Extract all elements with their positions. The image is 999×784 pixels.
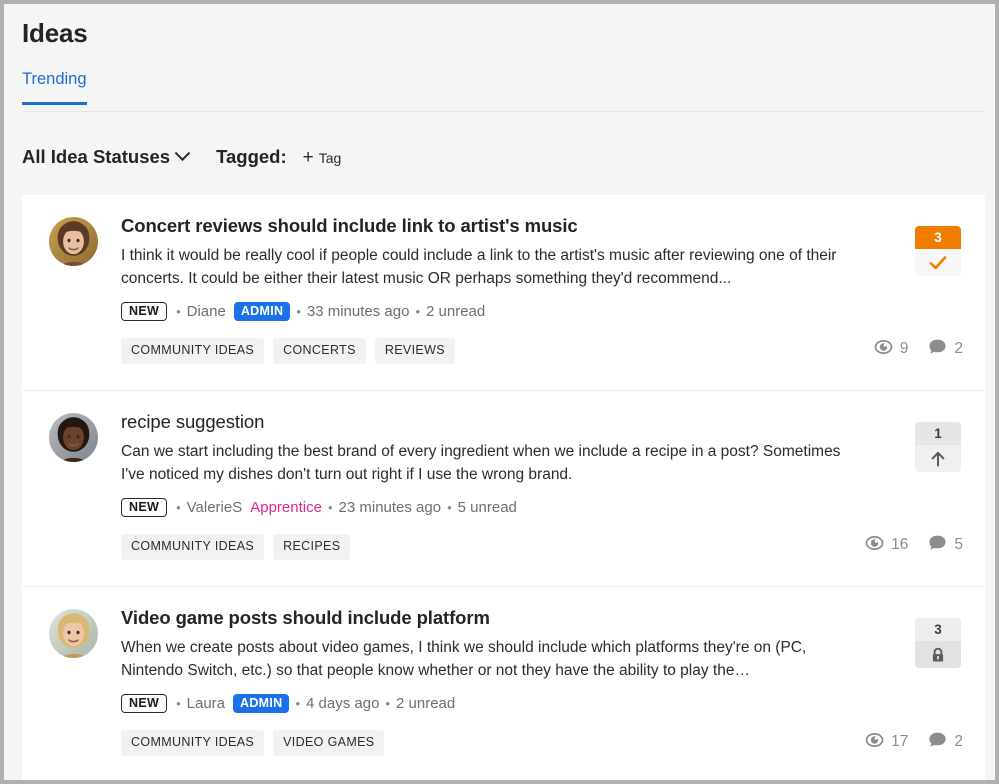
ideas-page: Ideas Trending All Idea Statuses Tagged:… [8,8,995,780]
idea-rail: 1 16 5 [865,410,965,570]
tag-pill[interactable]: COMMUNITY IDEAS [121,534,265,560]
views-count: 16 [891,536,909,553]
views-count: 9 [899,340,909,357]
status-badge: NEW [121,693,168,714]
idea-card[interactable]: recipe suggestion Can we start including … [22,391,985,587]
comments-count: 5 [954,536,963,553]
views-stat[interactable]: 17 [865,732,908,753]
plus-icon: + [302,147,314,168]
idea-stats: 17 2 [865,731,963,753]
tag-pill[interactable]: RECIPES [273,534,351,560]
views-stat[interactable]: 16 [865,535,908,556]
author-name[interactable]: Diane [187,303,226,320]
tab-trending[interactable]: Trending [22,70,87,105]
kudos-count: 1 [915,422,961,445]
eye-icon [865,732,884,753]
comments-count: 2 [954,340,963,357]
comment-icon [928,731,947,753]
kudos-badge[interactable]: 1 [915,422,961,472]
author-name[interactable]: ValerieS [187,499,243,516]
author-rank-badge: Apprentice [250,498,322,516]
tag-list: COMMUNITY IDEAS VIDEO GAMES [121,730,859,756]
idea-meta: NEW • Laura ADMIN • 4 days ago • 2 unread [121,693,859,714]
tagged-label: Tagged: [216,146,287,167]
comments-stat[interactable]: 5 [928,534,963,556]
status-badge: NEW [121,497,168,518]
kudos-count: 3 [915,618,961,641]
browser-frame: Ideas Trending All Idea Statuses Tagged:… [0,0,999,784]
meta-separator: • [176,499,181,515]
meta-separator: • [447,499,452,515]
chevron-down-icon [174,144,191,161]
tag-pill[interactable]: VIDEO GAMES [273,730,385,756]
tab-bar: Trending [22,70,985,112]
add-tag-label: Tag [318,150,342,166]
timestamp: 33 minutes ago [306,302,410,320]
author-rank-badge: ADMIN [233,694,290,713]
idea-status-filter[interactable]: All Idea Statuses [22,144,191,168]
idea-title[interactable]: recipe suggestion [121,410,859,433]
tag-pill[interactable]: CONCERTS [273,338,366,364]
idea-excerpt: Can we start including the best brand of… [121,443,841,483]
kudos-badge[interactable]: 3 [915,618,961,668]
views-stat[interactable]: 9 [874,339,909,360]
comments-stat[interactable]: 2 [928,731,963,753]
meta-separator: • [296,303,301,319]
kudos-badge[interactable]: 3 [915,226,961,276]
meta-separator: • [176,695,181,711]
idea-meta: NEW • ValerieS Apprentice • 23 minutes ago • 5 … [121,497,859,518]
idea-card[interactable]: Concert reviews should include link to a… [22,195,985,391]
eye-icon [874,339,893,360]
lock-icon[interactable] [915,641,961,668]
timestamp: 4 days ago [306,694,380,712]
kudos-count: 3 [915,226,961,249]
unread-count[interactable]: 2 unread [396,695,455,712]
idea-body: recipe suggestion Can we start including … [98,410,869,570]
comments-stat[interactable]: 2 [928,338,963,360]
meta-separator: • [385,695,390,711]
author-name[interactable]: Laura [187,695,225,712]
meta-separator: • [415,303,421,319]
idea-stats: 92 [874,338,963,360]
idea-card[interactable]: Video game posts should include platform… [22,587,985,780]
comments-count: 2 [954,733,963,750]
views-count: 17 [891,733,909,750]
tag-pill[interactable]: COMMUNITY IDEAS [121,338,265,364]
status-badge: NEW [121,301,168,322]
tag-list: COMMUNITY IDEAS CONCERTS REVIEWS [121,338,859,364]
idea-title[interactable]: Concert reviews should include link to a… [121,214,859,237]
author-rank-badge: ADMIN [233,302,291,321]
page-title: Ideas [22,18,88,48]
idea-meta: NEW • Diane ADMIN • 33 minutes ago • 2 unread [121,301,859,322]
idea-status-filter-label: All Idea Statuses [22,146,171,167]
timestamp: 23 minutes ago [338,498,442,516]
tag-list: COMMUNITY IDEAS RECIPES [121,534,859,560]
idea-excerpt: I think it would be really cool if peopl… [121,247,837,287]
tag-pill[interactable]: COMMUNITY IDEAS [121,730,265,756]
idea-stats: 16 5 [865,534,963,556]
meta-separator: • [176,303,181,319]
idea-body: Video game posts should include platform… [98,606,869,767]
idea-body: Concert reviews should include link to a… [98,214,869,374]
avatar[interactable] [49,609,98,658]
idea-excerpt: When we create posts about video games, … [121,639,807,679]
filter-row: All Idea Statuses Tagged: + Tag [22,144,342,168]
comment-icon [928,534,947,556]
unread-count[interactable]: 2 unread [426,303,485,320]
tag-pill[interactable]: REVIEWS [374,338,455,364]
idea-rail: 3 17 2 [865,606,965,767]
idea-title[interactable]: Video game posts should include platform [121,606,859,629]
arrow-up-icon[interactable] [915,445,961,472]
unread-count[interactable]: 5 unread [458,499,517,516]
meta-separator: • [295,695,301,711]
check-icon[interactable] [915,249,961,276]
idea-list: Concert reviews should include link to a… [22,195,985,780]
idea-rail: 392 [869,214,965,374]
comment-icon [928,338,947,360]
add-tag-button[interactable]: + Tag [303,148,342,167]
avatar[interactable] [49,217,98,266]
meta-separator: • [327,499,333,515]
avatar[interactable] [49,413,98,462]
eye-icon [865,535,884,556]
